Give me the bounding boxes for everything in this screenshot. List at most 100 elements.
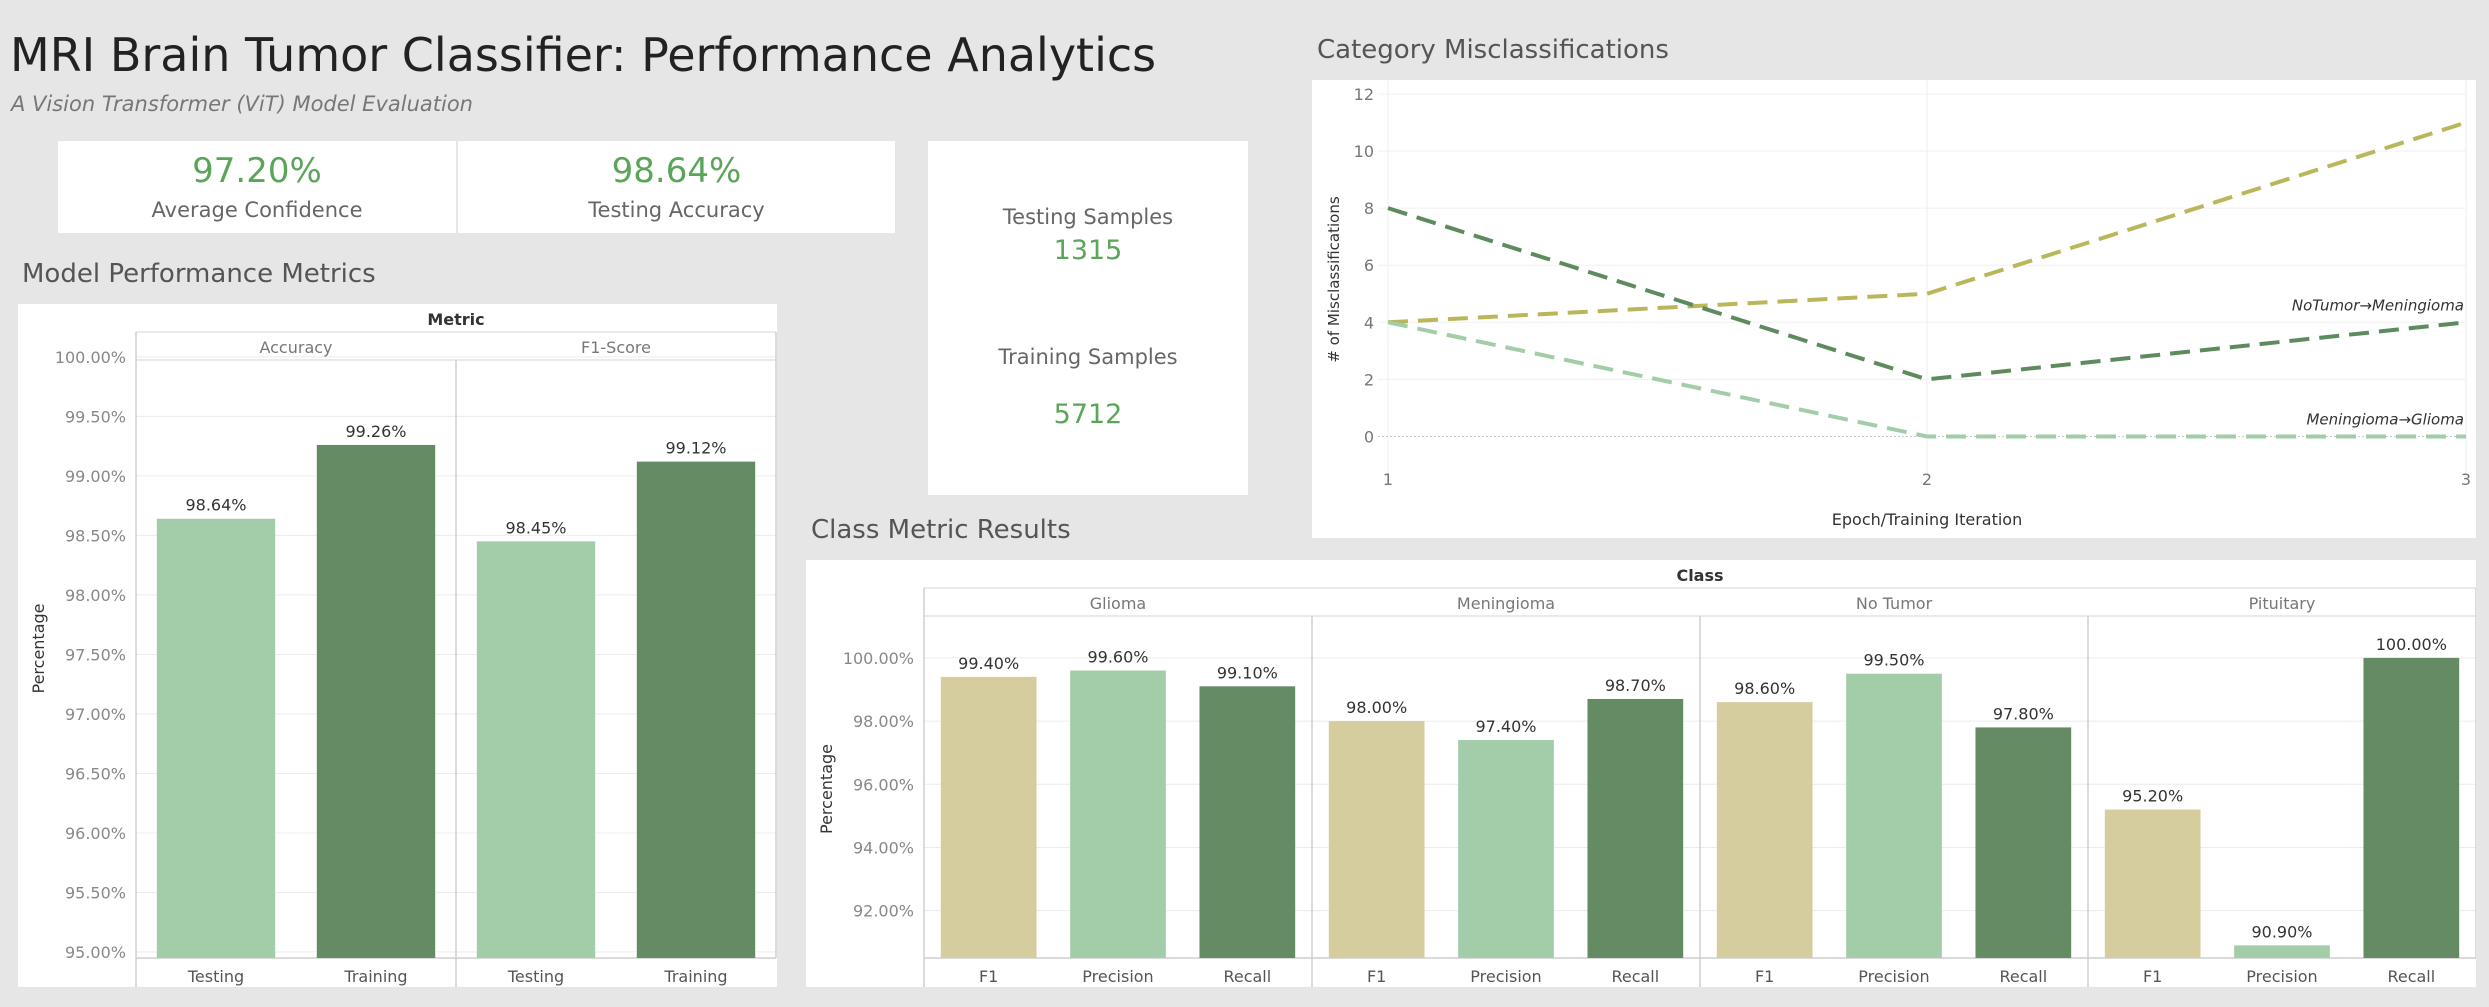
training-samples-label: Training Samples	[998, 345, 1178, 369]
kpi-card-summary: 97.20% Average Confidence 98.64% Testing…	[58, 141, 895, 233]
class-metric-ytick-label: 96.00%	[853, 775, 914, 794]
model-perf-ytick-label: 100.00%	[55, 348, 126, 367]
model-perf-data-label: 99.12%	[665, 439, 726, 458]
misclass-ytick-label: 12	[1354, 85, 1374, 104]
model-perf-ytick-label: 98.50%	[65, 526, 126, 545]
dashboard-subtitle: A Vision Transformer (ViT) Model Evaluat…	[11, 92, 473, 116]
class-metric-data-label: 95.20%	[2122, 787, 2183, 806]
class-metric-data-label: 98.70%	[1605, 676, 1666, 695]
class-metric-bar	[2363, 657, 2460, 958]
chart-card-class-metrics: 92.00% 94.00% 96.00% 98.00% 100.00% Class Perc…	[806, 560, 2477, 987]
model-perf-ylabel: Percentage	[29, 603, 48, 693]
class-metric-group-label: Meningioma	[1457, 594, 1555, 613]
misclass-xlabel: Epoch/Training Iteration	[1832, 510, 2022, 529]
testing-samples-value: 1315	[1053, 235, 1123, 266]
misclass-series-label: NoTumor→Meningioma	[2292, 296, 2464, 314]
model-performance-chart: 95.00% 95.50% 96.00% 96.50% 97.00% 97.50% 98.0…	[29, 310, 777, 987]
testing-accuracy-label: Testing Accuracy	[588, 198, 765, 222]
dashboard-title: MRI Brain Tumor Classifier: Performance …	[10, 28, 1157, 82]
class-metric-ylabel: Percentage	[817, 744, 836, 834]
class-metric-xtick-label: Recall	[1223, 967, 1271, 986]
class-metric-data-label: 99.10%	[1217, 663, 1278, 682]
class-metric-data-label: 97.80%	[1993, 704, 2054, 723]
class-metric-bar	[1975, 727, 2072, 958]
model-perf-group-header: Metric	[427, 310, 484, 329]
class-metric-bar	[1846, 673, 1942, 958]
class-metric-bar	[2234, 945, 2330, 958]
class-metric-group-label: Pituitary	[2249, 594, 2316, 613]
misclass-ytick-label: 8	[1364, 199, 1374, 218]
class-metric-xtick-label: Precision	[1470, 967, 1541, 986]
class-metric-group-label: No Tumor	[1856, 594, 1933, 613]
model-perf-xtick-label: Training	[663, 967, 727, 986]
chart-card-model-performance: 95.00% 95.50% 96.00% 96.50% 97.00% 97.50% 98.0…	[18, 304, 777, 987]
class-metric-xtick-label: Recall	[2387, 967, 2435, 986]
class-metric-data-label: 97.40%	[1475, 717, 1536, 736]
testing-accuracy-value: 98.64%	[611, 151, 742, 191]
class-metric-group-label: Glioma	[1090, 594, 1146, 613]
class-metric-data-label: 90.90%	[2251, 922, 2312, 941]
section-title-model-performance: Model Performance Metrics	[22, 259, 376, 289]
model-perf-ytick-label: 96.00%	[65, 824, 126, 843]
model-perf-xtick-label: Testing	[507, 967, 564, 986]
training-samples-value: 5712	[1053, 399, 1123, 430]
misclass-xtick-label: 2	[1922, 470, 1932, 489]
misclass-ytick-label: 0	[1364, 427, 1374, 446]
misclass-ytick-label: 2	[1364, 370, 1374, 389]
class-metric-xtick-label: Recall	[1611, 967, 1659, 986]
model-perf-bar	[476, 541, 596, 958]
model-perf-bar	[156, 518, 276, 958]
class-metric-data-label: 99.40%	[958, 654, 1019, 673]
class-metric-ytick-label: 94.00%	[853, 838, 914, 857]
misclass-xtick-label: 3	[2461, 470, 2471, 489]
section-title-misclassifications: Category Misclassifications	[1317, 35, 1669, 65]
model-perf-ytick-label: 96.50%	[65, 764, 126, 783]
class-metric-xtick-label: F1	[1367, 967, 1386, 986]
model-perf-data-label: 98.45%	[505, 518, 566, 537]
class-metric-bar	[940, 676, 1037, 958]
class-metric-bar	[1587, 698, 1684, 958]
kpi-testing-accuracy: 98.64% Testing Accuracy	[458, 141, 895, 233]
model-perf-bar	[316, 444, 436, 958]
testing-samples-label: Testing Samples	[1002, 205, 1174, 229]
class-metric-xtick-label: F1	[2143, 967, 2162, 986]
class-metric-data-label: 98.60%	[1734, 679, 1795, 698]
class-metric-bar	[1199, 686, 1296, 958]
class-metric-bar	[1458, 740, 1554, 958]
class-metric-xtick-label: Precision	[2246, 967, 2317, 986]
model-perf-bar	[636, 461, 756, 958]
misclass-ytick-label: 4	[1364, 313, 1374, 332]
class-metric-xtick-label: Precision	[1082, 967, 1153, 986]
model-perf-xtick-label: Testing	[187, 967, 244, 986]
kpi-card-samples: Testing Samples 1315 Training Samples 57…	[928, 141, 1248, 495]
model-perf-ytick-label: 99.50%	[65, 407, 126, 426]
model-perf-data-label: 99.26%	[345, 422, 406, 441]
class-metric-bar	[1716, 702, 1813, 958]
class-metric-bar	[1070, 670, 1166, 958]
model-perf-xtick-label: Training	[343, 967, 407, 986]
class-metric-group-header: Class	[1676, 566, 1723, 585]
misclass-series-label: Meningioma→Glioma	[2306, 410, 2464, 428]
average-confidence-label: Average Confidence	[151, 198, 363, 222]
misclass-ylabel: # of Misclassifications	[1325, 196, 1343, 363]
section-title-class-metrics: Class Metric Results	[811, 515, 1071, 545]
average-confidence-value: 97.20%	[192, 151, 322, 191]
class-metric-xtick-label: Precision	[1858, 967, 1929, 986]
class-metric-xtick-label: F1	[1755, 967, 1774, 986]
class-metric-ytick-label: 92.00%	[853, 902, 914, 921]
class-metric-xtick-label: Recall	[1999, 967, 2047, 986]
class-metric-data-label: 98.00%	[1346, 698, 1407, 717]
class-metric-ytick-label: 100.00%	[843, 649, 914, 668]
model-perf-data-label: 98.64%	[185, 496, 246, 515]
model-perf-group-label: Accuracy	[259, 338, 332, 357]
misclass-xtick-label: 1	[1383, 470, 1393, 489]
model-perf-ytick-label: 95.50%	[65, 884, 126, 903]
class-metric-data-label: 100.00%	[2376, 635, 2447, 654]
class-metric-ytick-label: 98.00%	[853, 712, 914, 731]
class-metric-data-label: 99.60%	[1087, 648, 1148, 667]
misclass-ytick-label: 6	[1364, 256, 1374, 275]
model-perf-ytick-label: 97.50%	[65, 645, 126, 664]
model-perf-ytick-label: 99.00%	[65, 467, 126, 486]
model-perf-group-label: F1-Score	[581, 338, 651, 357]
model-perf-ytick-label: 95.00%	[65, 943, 126, 962]
